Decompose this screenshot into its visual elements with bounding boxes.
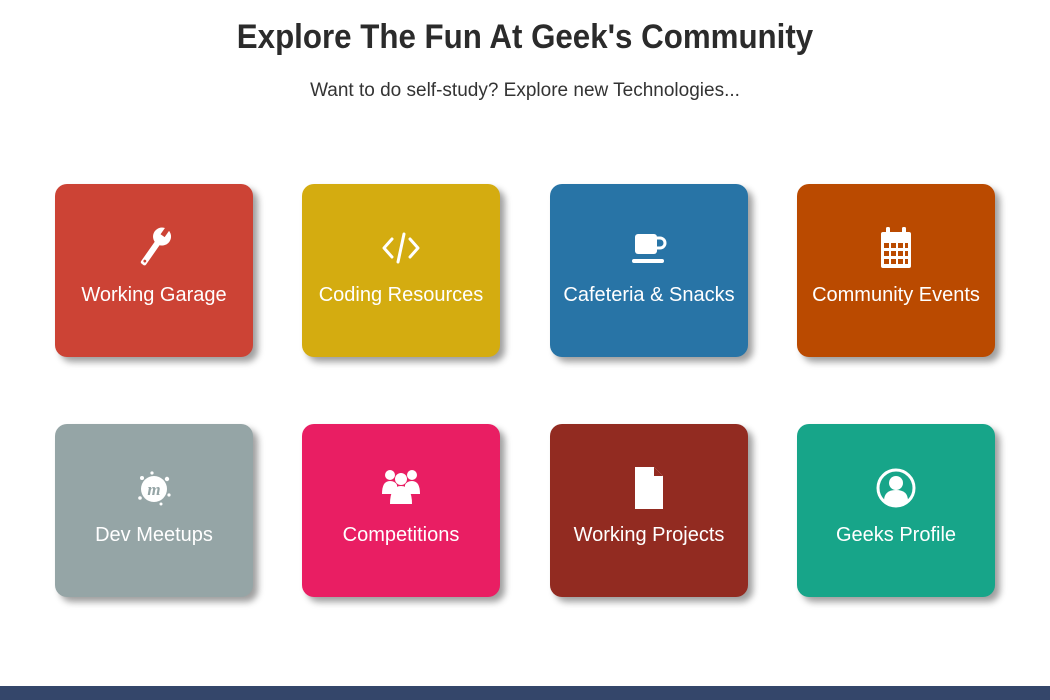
card-competitions[interactable]: Competitions bbox=[302, 424, 500, 597]
card-label: Competitions bbox=[342, 524, 460, 546]
card-community-events[interactable]: Community Events bbox=[797, 184, 995, 357]
wrench-icon bbox=[55, 224, 253, 272]
page: Explore The Fun At Geek's Community Want… bbox=[0, 0, 1050, 700]
card-dev-meetups[interactable]: m Dev Meetups bbox=[55, 424, 253, 597]
card-label: Community Events bbox=[812, 284, 980, 306]
card-coding-resources[interactable]: Coding Resources bbox=[302, 184, 500, 357]
page-title: Explore The Fun At Geek's Community bbox=[236, 18, 814, 56]
card-working-projects[interactable]: Working Projects bbox=[550, 424, 748, 597]
svg-text:m: m bbox=[147, 480, 160, 499]
card-geeks-profile[interactable]: Geeks Profile bbox=[797, 424, 995, 597]
file-icon bbox=[550, 464, 748, 512]
coffee-cup-icon bbox=[550, 224, 748, 272]
card-label: Coding Resources bbox=[318, 284, 484, 306]
card-label: Geeks Profile bbox=[835, 524, 957, 546]
user-circle-icon bbox=[797, 464, 995, 512]
users-group-icon bbox=[302, 464, 500, 512]
card-cafeteria-snacks[interactable]: Cafeteria & Snacks bbox=[550, 184, 748, 357]
code-icon bbox=[302, 224, 500, 272]
calendar-icon bbox=[797, 224, 995, 272]
card-label: Dev Meetups bbox=[95, 524, 213, 546]
card-label: Cafeteria & Snacks bbox=[563, 284, 735, 306]
meetup-icon: m bbox=[55, 464, 253, 512]
card-label: Working Projects bbox=[573, 524, 725, 546]
footer-bar bbox=[0, 686, 1050, 700]
card-label: Working Garage bbox=[81, 284, 227, 306]
page-subtitle: Want to do self-study? Explore new Techn… bbox=[310, 80, 740, 101]
card-working-garage[interactable]: Working Garage bbox=[55, 184, 253, 357]
